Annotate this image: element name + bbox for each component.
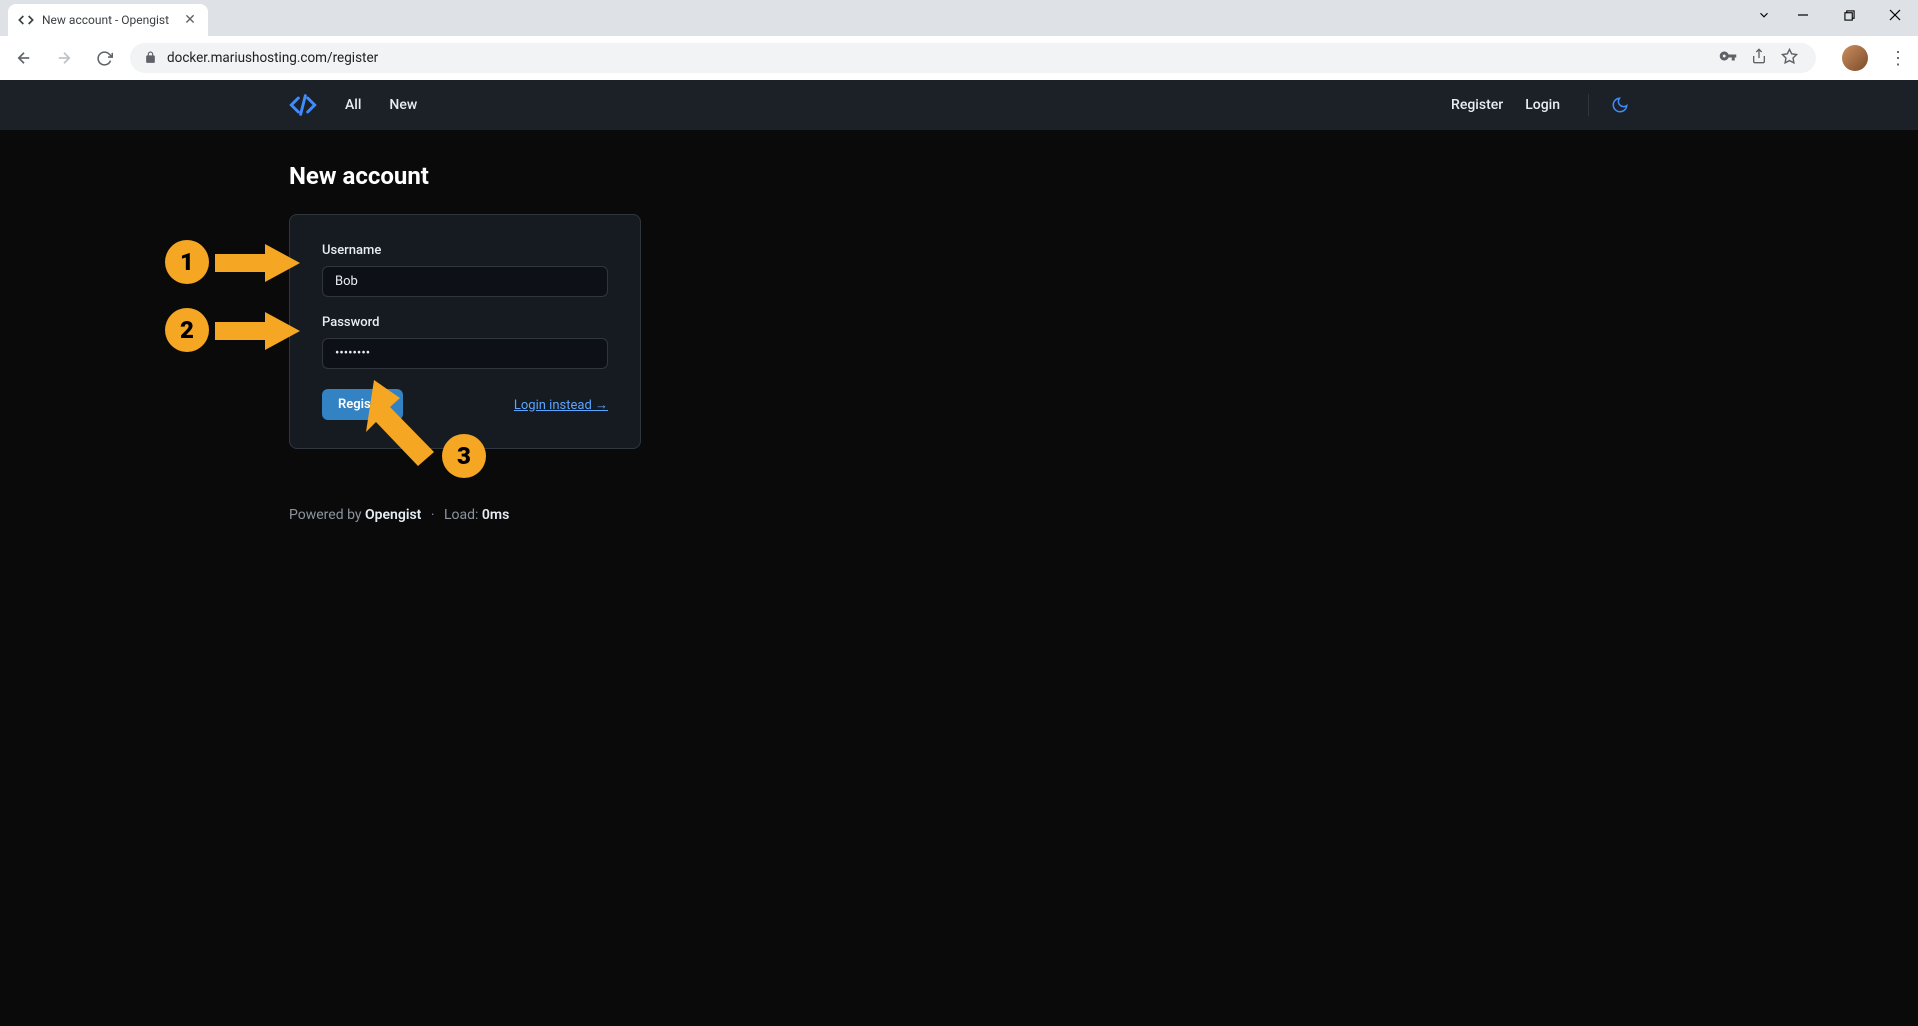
profile-avatar[interactable] [1842,45,1868,71]
password-input[interactable] [322,338,608,369]
tab-title: New account - Opengist [42,13,174,27]
nav-divider [1588,94,1589,116]
address-bar[interactable]: docker.mariushosting.com/register [130,43,1816,73]
footer-powered-by: Powered by [289,507,365,523]
share-icon[interactable] [1751,48,1767,68]
nav-register[interactable]: Register [1451,97,1503,113]
register-button[interactable]: Register [322,389,403,420]
theme-toggle-moon-icon[interactable] [1611,96,1629,114]
browser-chrome: New account - Opengist ✕ docker.mariusho… [0,0,1918,80]
logo-icon[interactable] [289,91,317,119]
maximize-icon[interactable] [1826,0,1872,30]
password-label: Password [322,315,608,330]
window-close-icon[interactable] [1872,0,1918,30]
password-field-group: Password [322,315,608,369]
footer-brand: Opengist [365,507,421,523]
kebab-menu-icon[interactable]: ⋮ [1888,48,1908,69]
annotation-badge-1: 1 [165,240,209,284]
nav-left: All New [289,91,417,119]
page-container: New account Username Password Register L… [279,162,1639,523]
username-label: Username [322,243,608,258]
star-icon[interactable] [1781,48,1798,69]
key-icon[interactable] [1719,47,1737,69]
register-form: Username Password Register Login instead… [289,214,641,449]
nav-all[interactable]: All [345,97,361,113]
tab-bar: New account - Opengist ✕ [0,0,1918,36]
url-text: docker.mariushosting.com/register [167,50,1709,66]
app-nav: All New Register Login [0,80,1918,130]
footer-load-prefix: Load: [444,507,482,523]
app-root: All New Register Login New account Usern… [0,80,1918,1026]
nav-new[interactable]: New [389,97,417,113]
footer-separator: · [431,507,435,523]
username-input[interactable] [322,266,608,297]
form-actions: Register Login instead → [322,389,608,420]
username-field-group: Username [322,243,608,297]
browser-tab[interactable]: New account - Opengist ✕ [8,4,208,36]
back-button[interactable] [10,44,38,72]
nav-right: Register Login [1451,94,1629,116]
window-controls [1748,0,1918,30]
page-title: New account [289,162,1629,190]
minimize-icon[interactable] [1780,0,1826,30]
reload-button[interactable] [90,44,118,72]
lock-icon [144,49,157,68]
nav-login[interactable]: Login [1525,97,1560,113]
close-icon[interactable]: ✕ [182,12,198,28]
forward-button[interactable] [50,44,78,72]
code-icon [18,12,34,28]
annotation-badge-2: 2 [165,308,209,352]
footer-load-value: 0ms [482,507,509,523]
footer: Powered by Opengist · Load: 0ms [289,507,1629,523]
address-row: docker.mariushosting.com/register ⋮ [0,36,1918,80]
address-actions [1719,47,1798,69]
chevron-down-icon[interactable] [1748,0,1780,30]
login-instead-link[interactable]: Login instead → [514,397,608,413]
